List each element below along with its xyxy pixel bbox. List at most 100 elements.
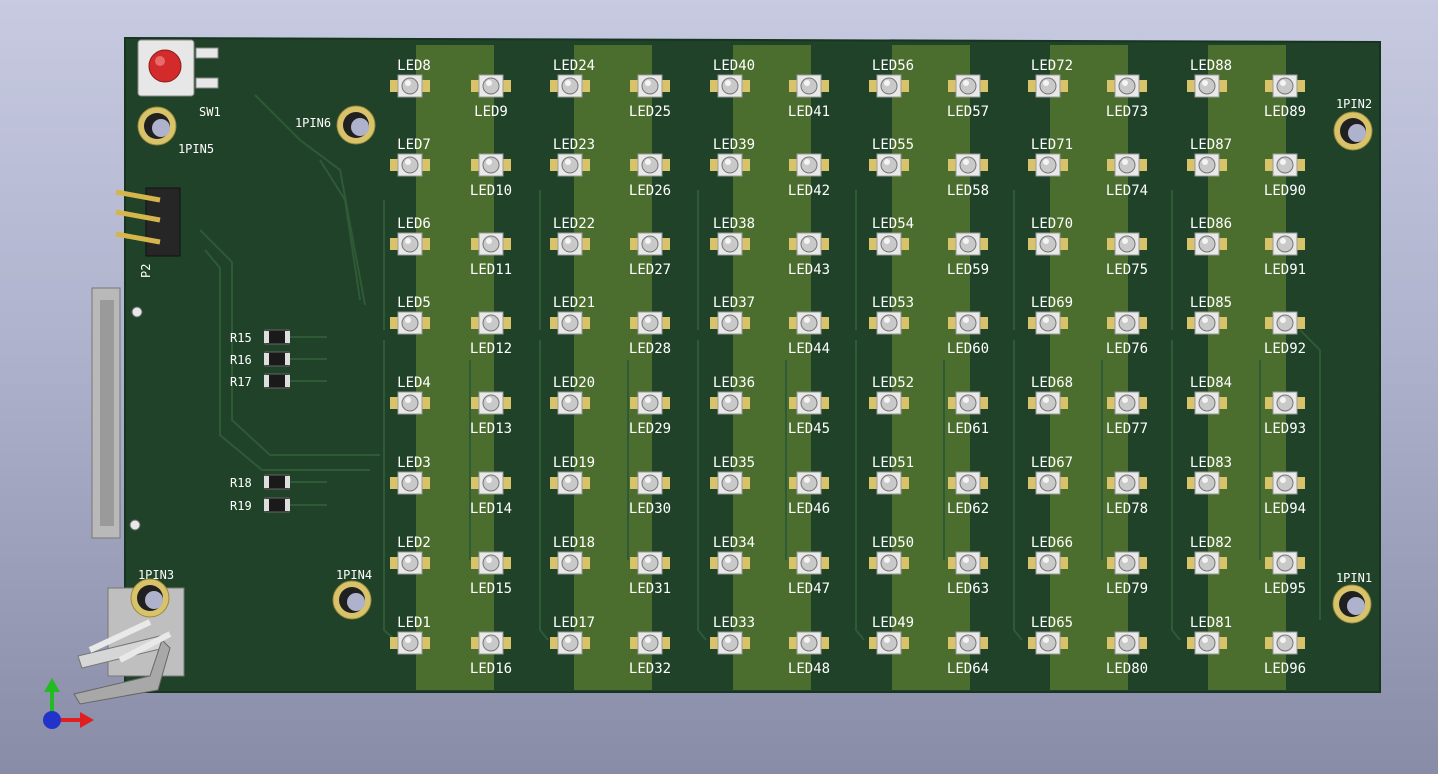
led-highlight [725,637,731,643]
led-pad [1297,637,1305,649]
led-dome [561,634,579,652]
led-dome [482,634,500,652]
led-label: LED60 [947,341,989,357]
led-label: LED12 [470,341,512,357]
led-label: LED96 [1264,661,1306,677]
led-pad [1265,317,1273,329]
led-pad [1297,238,1305,250]
led-label: LED16 [470,661,512,677]
led-pad [742,159,750,171]
led-highlight [884,557,890,563]
led-highlight [645,397,651,403]
led-label: LED79 [1106,581,1148,597]
led-highlight [565,477,571,483]
led-highlight [405,238,411,244]
led-label: LED53 [872,295,914,311]
led-pad [662,159,670,171]
led-dome [721,554,739,572]
led-dome [1039,235,1057,253]
led-highlight [884,317,890,323]
led-pad [1107,477,1115,489]
led-pad [710,557,718,569]
led-dome [482,156,500,174]
led-highlight [565,397,571,403]
led-label: LED72 [1031,58,1073,74]
led-highlight [725,557,731,563]
led-label: LED51 [872,455,914,471]
led-pad [550,637,558,649]
resistor-cap [285,375,290,387]
axis-gizmo[interactable] [43,678,94,729]
led-pad [710,477,718,489]
led-dome [401,314,419,332]
led-highlight [1043,477,1049,483]
led-pad [742,637,750,649]
led-pad [789,317,797,329]
led-label: LED66 [1031,535,1073,551]
led-label: LED90 [1264,183,1306,199]
led-pad [1187,557,1195,569]
led-pad [422,557,430,569]
led-highlight [804,557,810,563]
pcb-3d-view[interactable]: LED8 LED9 LED7 LED10 LED6 LED11 LED5 LED12 LED4 L… [0,0,1438,774]
led-label: LED61 [947,421,989,437]
led-pad [1060,317,1068,329]
resistor-cap [264,375,269,387]
led-dome [1039,156,1057,174]
switch-button[interactable] [148,49,182,83]
led-highlight [1043,238,1049,244]
led-pad [742,397,750,409]
led-pad [390,557,398,569]
led-dome [1198,554,1216,572]
led-label: LED33 [713,615,755,631]
led-pad [710,80,718,92]
led-pad [550,477,558,489]
led-pad [1265,637,1273,649]
led-label: LED19 [553,455,595,471]
led-highlight [486,397,492,403]
led-highlight [1122,397,1128,403]
led-label: LED34 [713,535,755,551]
led-highlight [963,317,969,323]
led-pad [582,637,590,649]
led-pad [1297,397,1305,409]
led-pad [710,238,718,250]
led-pad [948,557,956,569]
led-highlight [405,637,411,643]
led-highlight [1280,477,1286,483]
led-dome [482,77,500,95]
led-dome [482,394,500,412]
led-pad [1139,637,1147,649]
led-pad [550,317,558,329]
led-highlight [565,557,571,563]
led-pad [789,557,797,569]
led-highlight [645,557,651,563]
led-dome [1198,634,1216,652]
led-dome [401,474,419,492]
led-pad [1107,317,1115,329]
resistor-label: R19 [230,499,252,513]
led-dome [1118,314,1136,332]
led-pad [1187,238,1195,250]
led-pad [390,397,398,409]
led-highlight [1202,317,1208,323]
led-highlight [486,637,492,643]
led-pad [582,397,590,409]
led-pad [390,238,398,250]
led-pad [948,317,956,329]
led-highlight [1202,80,1208,86]
led-pad [980,637,988,649]
mount-hole-label: 1PIN6 [295,116,331,130]
led-label: LED73 [1106,104,1148,120]
led-pad [869,477,877,489]
led-highlight [565,317,571,323]
led-label: LED49 [872,615,914,631]
mount-hole-label: 1PIN2 [1336,97,1372,111]
led-pad [662,477,670,489]
led-highlight [725,317,731,323]
led-label: LED40 [713,58,755,74]
led-pad [582,557,590,569]
led-pad [948,80,956,92]
led-pad [1060,557,1068,569]
led-pad [582,159,590,171]
